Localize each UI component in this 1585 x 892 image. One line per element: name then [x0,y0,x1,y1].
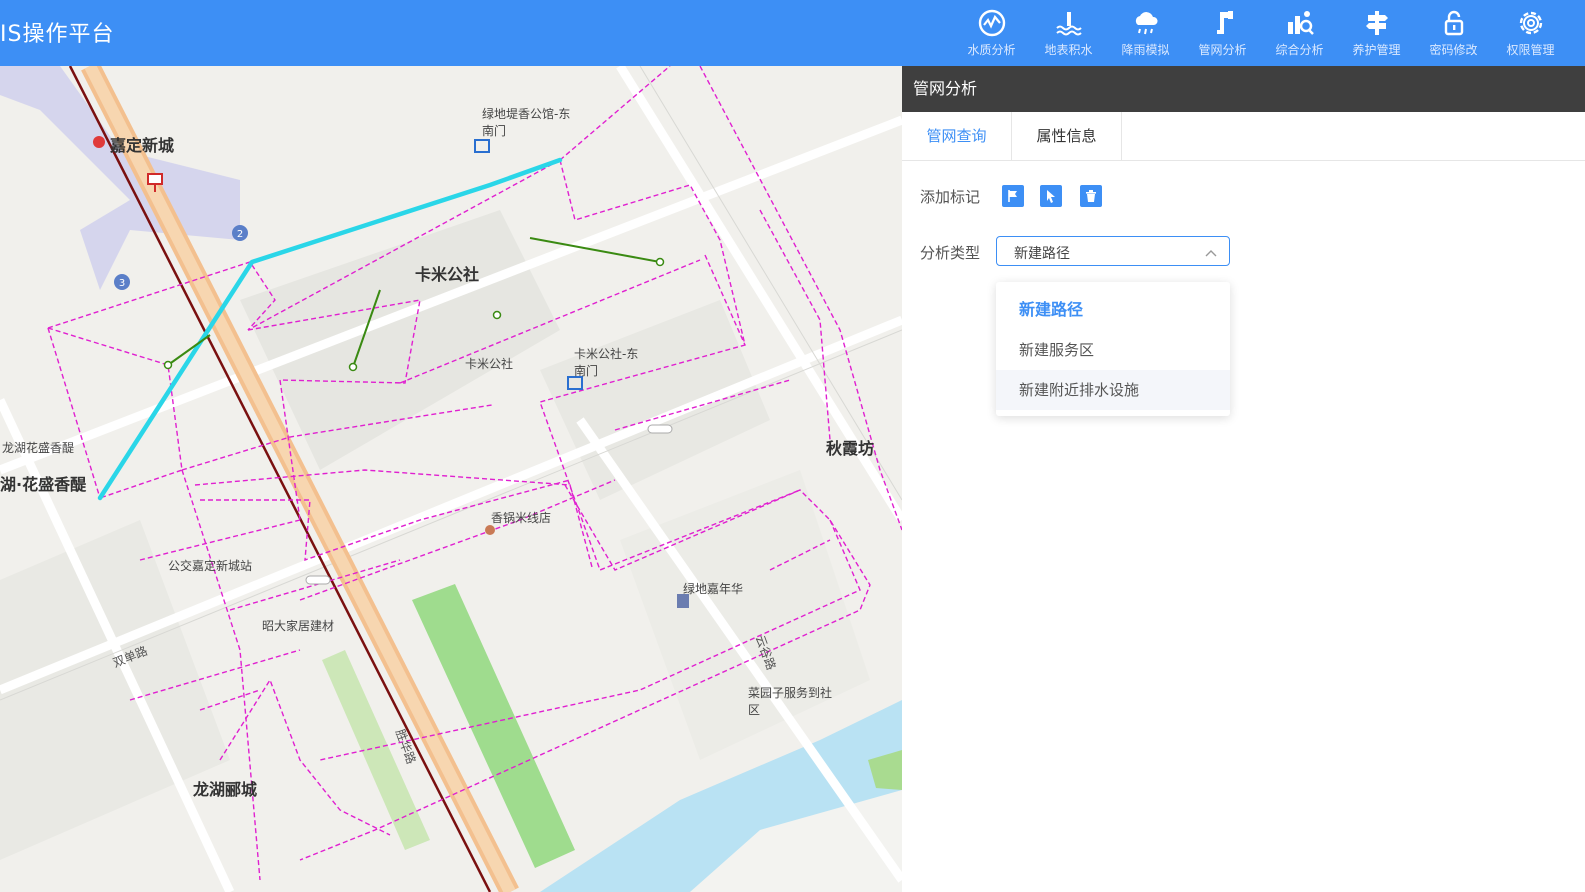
nav-label: 地表积水 [1044,43,1093,57]
map-view[interactable]: 2 3 嘉定新城 绿地堤香公馆-东南门 卡米公社 卡米公社 卡米公社-东南门 秋… [0,66,902,892]
analysis-type-dropdown: 新建路径 新建服务区 新建附近排水设施 [996,282,1230,416]
analysis-type-label: 分析类型 [920,244,981,262]
comprehensive-analysis-icon [1284,7,1316,39]
tab-pipe-query[interactable]: 管网查询 [902,112,1011,160]
map-label-jiading: 嘉定新城 [110,136,175,155]
map-label-longhu-city: 龙湖郦城 [193,780,258,799]
map-label-lvdi-jia: 绿地嘉年华 [683,582,744,596]
nav-pipe-network[interactable]: 管网分析 [1184,0,1261,66]
app-title: IS操作平台 [0,22,115,47]
map-label-caiyuan: 菜园子服务到社区 [748,686,833,717]
panel-tabs: 管网查询 属性信息 [902,112,1585,161]
lock-icon [1438,7,1470,39]
option-new-service-area[interactable]: 新建服务区 [996,330,1230,370]
nav-password-change[interactable]: 密码修改 [1415,0,1492,66]
svg-text:3: 3 [119,278,125,289]
top-bar: IS操作平台 水质分析 地表积水 降雨模拟 管网分析 综合分析 养护管理 密码修… [0,0,1585,66]
main-nav: 水质分析 地表积水 降雨模拟 管网分析 综合分析 养护管理 密码修改 权限管理 [953,0,1569,66]
map-canvas: 2 3 [0,66,902,892]
map-label-kami-small: 卡米公社 [465,357,514,371]
map-label-longhu: 龙湖花盛香醍 [2,441,75,455]
map-label-kami: 卡米公社 [415,265,480,284]
nav-label: 密码修改 [1429,43,1478,57]
nav-label: 水质分析 [967,43,1016,57]
tab-attribute-info[interactable]: 属性信息 [1011,112,1122,160]
svg-text:2: 2 [237,229,243,240]
nav-label: 养护管理 [1352,43,1401,57]
water-quality-icon [976,7,1008,39]
map-label-kami-east: 卡米公社-东南门 [574,347,639,378]
flag-icon [1008,190,1017,202]
analysis-type-select[interactable]: 新建路径 [996,236,1230,266]
nav-surface-water[interactable]: 地表积水 [1030,0,1107,66]
option-nearby-drainage[interactable]: 新建附近排水设施 [996,370,1230,410]
nav-label: 权限管理 [1506,43,1555,57]
map-label-bus: 公交嘉定新城站 [168,559,253,573]
delete-mark-button[interactable] [1080,185,1102,207]
select-pointer-button[interactable] [1040,185,1062,207]
map-label-longhu-big: 湖·花盛香醍 [0,475,87,494]
nav-maintenance[interactable]: 养护管理 [1338,0,1415,66]
add-flag-button[interactable] [1002,185,1024,207]
map-label-jianfa: 昭大家居建材 [262,619,335,633]
nav-label: 综合分析 [1275,43,1324,57]
rain-cloud-icon [1130,7,1162,39]
panel-title: 管网分析 [902,66,1585,112]
pipe-network-icon [1207,7,1239,39]
pipe-analysis-panel: 管网分析 管网查询 属性信息 添加标记 分析类型 新建路径 新建路径 新建服务区… [902,66,1585,892]
gear-icon [1515,7,1547,39]
map-label-lvdi-east: 绿地堤香公馆-东南门 [482,107,571,138]
nav-water-quality[interactable]: 水质分析 [953,0,1030,66]
pointer-icon [1047,190,1055,203]
map-label-qiuxia: 秋霞坊 [826,439,875,458]
nav-rain-simulation[interactable]: 降雨模拟 [1107,0,1184,66]
maintenance-icon [1361,7,1393,39]
trash-icon [1086,190,1096,202]
chevron-up-icon [1205,245,1217,264]
surface-water-icon [1053,7,1085,39]
nav-permissions[interactable]: 权限管理 [1492,0,1569,66]
nav-label: 降雨模拟 [1121,43,1170,57]
option-new-route[interactable]: 新建路径 [996,290,1230,330]
nav-label: 管网分析 [1198,43,1247,57]
nav-comprehensive-analysis[interactable]: 综合分析 [1261,0,1338,66]
map-label-xiangguo: 香锅米线店 [491,511,552,525]
analysis-type-value: 新建路径 [1014,246,1070,262]
add-mark-label: 添加标记 [920,188,981,206]
